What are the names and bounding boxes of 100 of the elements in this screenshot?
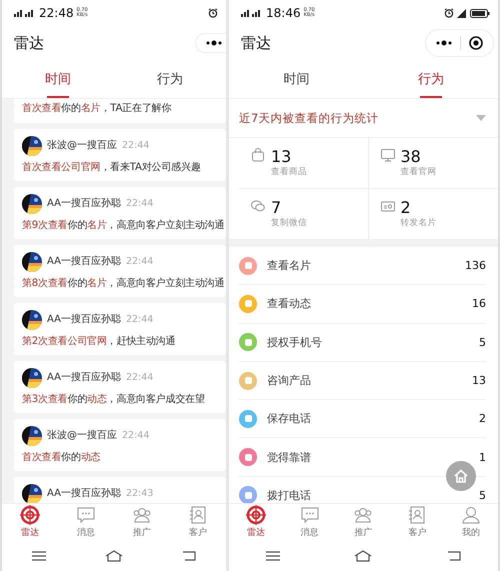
activity-card[interactable]: AA一搜百应孙聪 22:43	[14, 477, 226, 503]
nav-tab[interactable]: 雷达	[2, 504, 58, 540]
people-icon[interactable]	[132, 505, 152, 525]
activity-card[interactable]: AA一搜百应孙聪 22:44 第9次查看你的名片，高意向客户立刻主动沟通	[14, 187, 226, 239]
author-name: AA一搜百应孙聪	[47, 372, 121, 384]
action-label: 查看动态	[267, 296, 312, 312]
timestamp: 22:44	[122, 430, 150, 442]
page-title: 雷达	[241, 34, 271, 52]
action-count: 5	[479, 488, 486, 502]
author-name: 张波@一搜百应	[47, 140, 117, 152]
author-name: AA一搜百应孙聪	[47, 314, 121, 326]
card-icon	[380, 199, 394, 213]
chat-icon	[251, 199, 265, 213]
action-count: 5	[479, 336, 486, 349]
capsule-menu[interactable]	[425, 29, 494, 57]
monitor-icon	[380, 148, 394, 162]
activity-message: 首次查看你的名片，TA正在了解你	[22, 103, 172, 115]
action-label: 授权手机号	[267, 334, 323, 350]
timestamp: 22:44	[126, 314, 154, 326]
nav-tab[interactable]: 我的	[444, 504, 498, 540]
activity-message: 首次查看公司官网，看来TA对公司感兴趣	[22, 162, 202, 174]
alarm-icon	[444, 8, 454, 18]
action-count: 16	[472, 297, 486, 310]
radar-icon[interactable]	[20, 505, 40, 525]
back-icon[interactable]	[182, 550, 196, 560]
person-icon[interactable]	[461, 505, 482, 525]
action-row[interactable]: 查看动态 16	[239, 285, 486, 324]
action-label: 查看名片	[267, 258, 312, 274]
author-name: 张波@一搜百应	[47, 430, 117, 442]
activity-message: 首次查看你的动态	[22, 452, 102, 464]
tab[interactable]: 时间	[229, 60, 364, 98]
menu-icon[interactable]	[32, 550, 46, 560]
action-row[interactable]: 查看名片 136	[239, 247, 486, 286]
action-label: 咨询产品	[267, 373, 312, 388]
stat-label: 转发名片	[400, 217, 436, 229]
activity-message: 第9次查看你的名片，高意向客户立刻主动沟通	[22, 220, 226, 232]
section-title: 近7天内被查看的行为统计	[239, 110, 378, 126]
chat-icon[interactable]	[300, 505, 320, 525]
activity-card[interactable]: 张波@一搜百应 22:44 首次查看公司官网，看来TA对公司感兴趣	[14, 129, 226, 181]
signal-icon	[14, 9, 36, 17]
timestamp: 22:44	[126, 198, 154, 210]
timestamp: 22:44	[126, 372, 154, 384]
capsule-menu[interactable]	[195, 33, 226, 53]
activity-card[interactable]: AA一搜百应孙聪 22:44 第3次查看你的动态，高意向客户成交在望	[14, 361, 226, 413]
home-icon[interactable]	[354, 550, 372, 562]
action-count: 136	[465, 259, 486, 272]
chat-icon[interactable]	[76, 505, 96, 525]
timestamp: 22:44	[122, 140, 150, 152]
stat-value: 2	[400, 199, 412, 217]
caret-icon	[476, 115, 486, 121]
nav-tab[interactable]: 雷达	[229, 504, 283, 540]
alarm-icon	[208, 8, 218, 18]
timestamp: 22:43	[126, 488, 154, 500]
tab[interactable]: 行为	[364, 60, 498, 98]
action-row[interactable]: 保存电话 2	[239, 400, 486, 438]
bag-icon	[251, 148, 265, 162]
action-row[interactable]: 授权手机号 5	[239, 324, 486, 362]
clock-time: 22:48	[39, 6, 74, 20]
activity-card[interactable]: AA一搜百应孙聪 22:44 第8次查看你的名片，高意向客户立刻主动沟通	[14, 245, 226, 297]
action-label: 拨打电话	[267, 488, 312, 503]
stat-label: 查看商品	[271, 166, 307, 178]
activity-card[interactable]: AA一搜百应孙聪 22:44 第2次查看公司官网，赶快主动沟通	[14, 303, 226, 355]
stat-value: 7	[271, 199, 282, 217]
action-label: 保存电话	[267, 411, 312, 426]
timestamp: 22:44	[126, 256, 154, 268]
activity-card[interactable]: 首次查看你的名片，TA正在了解你	[14, 99, 226, 123]
home-icon[interactable]	[104, 550, 123, 562]
tab[interactable]: 行为	[114, 60, 226, 98]
menu-icon[interactable]	[266, 550, 280, 560]
stat-label: 复制微信	[271, 217, 307, 229]
nav-tab[interactable]: 推广	[114, 504, 170, 540]
signal-icon	[241, 9, 263, 17]
activity-message: 第8次查看你的名片，高意向客户立刻主动沟通	[22, 278, 226, 290]
page-title: 雷达	[14, 34, 44, 52]
contact-card-icon[interactable]	[407, 505, 428, 525]
people-icon[interactable]	[353, 505, 374, 525]
clock-time: 18:46	[266, 6, 301, 20]
more-icon[interactable]	[206, 40, 222, 46]
nav-tab[interactable]: 消息	[58, 504, 114, 540]
back-icon[interactable]	[446, 550, 461, 560]
author-name: AA一搜百应孙聪	[47, 198, 121, 210]
battery-icon	[470, 8, 490, 18]
activity-message: 第3次查看你的动态，高意向客户成交在望	[22, 394, 206, 406]
action-count: 2	[479, 412, 486, 426]
nav-tab[interactable]: 客户	[170, 504, 226, 540]
radar-icon[interactable]	[246, 505, 266, 525]
author-name: AA一搜百应孙聪	[47, 256, 121, 268]
nav-tab[interactable]: 客户	[390, 504, 444, 540]
action-count: 13	[472, 374, 486, 388]
action-row[interactable]: 咨询产品 13	[239, 362, 486, 400]
action-count: 1	[479, 450, 486, 464]
nav-tab[interactable]: 消息	[282, 504, 337, 540]
activity-card[interactable]: 张波@一搜百应 22:44 首次查看你的动态	[14, 419, 226, 471]
more-icon[interactable]	[436, 40, 452, 46]
nav-tab[interactable]: 推广	[336, 504, 390, 540]
stat-value: 38	[400, 148, 422, 166]
tab[interactable]: 时间	[2, 60, 114, 98]
activity-message: 第2次查看公司官网，赶快主动沟通	[22, 336, 176, 348]
contact-card-icon[interactable]	[188, 505, 208, 525]
action-label: 觉得靠谱	[267, 450, 312, 465]
